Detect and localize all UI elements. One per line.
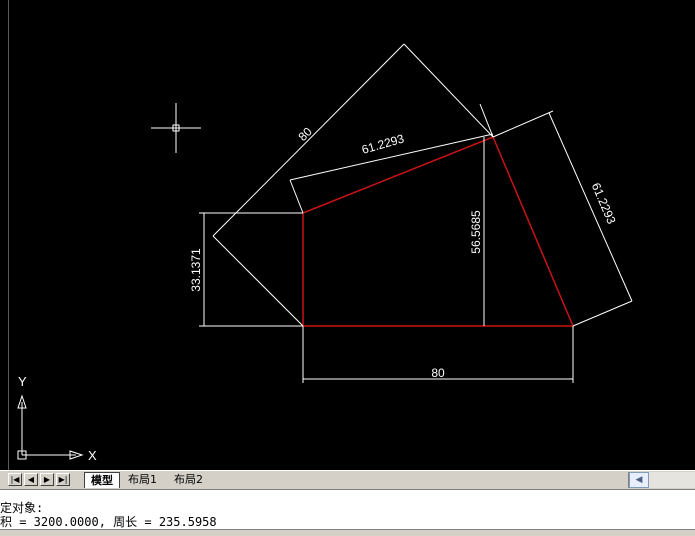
- dimension-80-diagonal[interactable]: [212, 43, 494, 327]
- dim-text-80-diagonal: 80: [295, 124, 315, 144]
- tab-layout1[interactable]: 布局1: [122, 472, 163, 488]
- command-line-2: 积 = 3200.0000, 周长 = 235.5958: [0, 515, 217, 529]
- pentagon-outline[interactable]: [302, 136, 575, 327]
- dim-text-80-bottom: 80: [431, 366, 445, 380]
- crosshair-cursor-icon: [151, 103, 201, 153]
- left-border: [0, 0, 9, 473]
- ucs-axis-x-label: X: [88, 448, 97, 463]
- tab-model[interactable]: 模型: [84, 472, 120, 488]
- dim-text-33: 33.1371: [189, 248, 203, 292]
- dim-text-61-right: 61.2293: [589, 181, 619, 227]
- drawing-svg: 80 61.2293 61.2293 56.5685 33.1371 80 Y …: [17, 43, 633, 463]
- tab-layout2[interactable]: 布局2: [168, 472, 209, 488]
- model-space-canvas[interactable]: 80 61.2293 61.2293 56.5685 33.1371 80 Y …: [0, 0, 695, 473]
- last-tab-icon[interactable]: ▶|: [56, 473, 70, 486]
- scroll-left-icon[interactable]: ◀: [629, 472, 649, 488]
- dim-text-56: 56.5685: [469, 210, 483, 254]
- ucs-icon: [17, 394, 84, 460]
- first-tab-icon[interactable]: |◀: [8, 473, 22, 486]
- layout-tab-bar: |◀ ◀ ▶ ▶| 模型 布局1 布局2 ◀: [0, 470, 695, 490]
- next-tab-icon[interactable]: ▶: [40, 473, 54, 486]
- prev-tab-icon[interactable]: ◀: [24, 473, 38, 486]
- ucs-axis-y-label: Y: [18, 374, 27, 389]
- dimension-33-vertical[interactable]: [199, 212, 303, 327]
- dim-text-61-top: 61.2293: [360, 131, 406, 157]
- dimension-61-top[interactable]: [289, 103, 494, 214]
- horizontal-scrollbar[interactable]: ◀: [628, 472, 695, 488]
